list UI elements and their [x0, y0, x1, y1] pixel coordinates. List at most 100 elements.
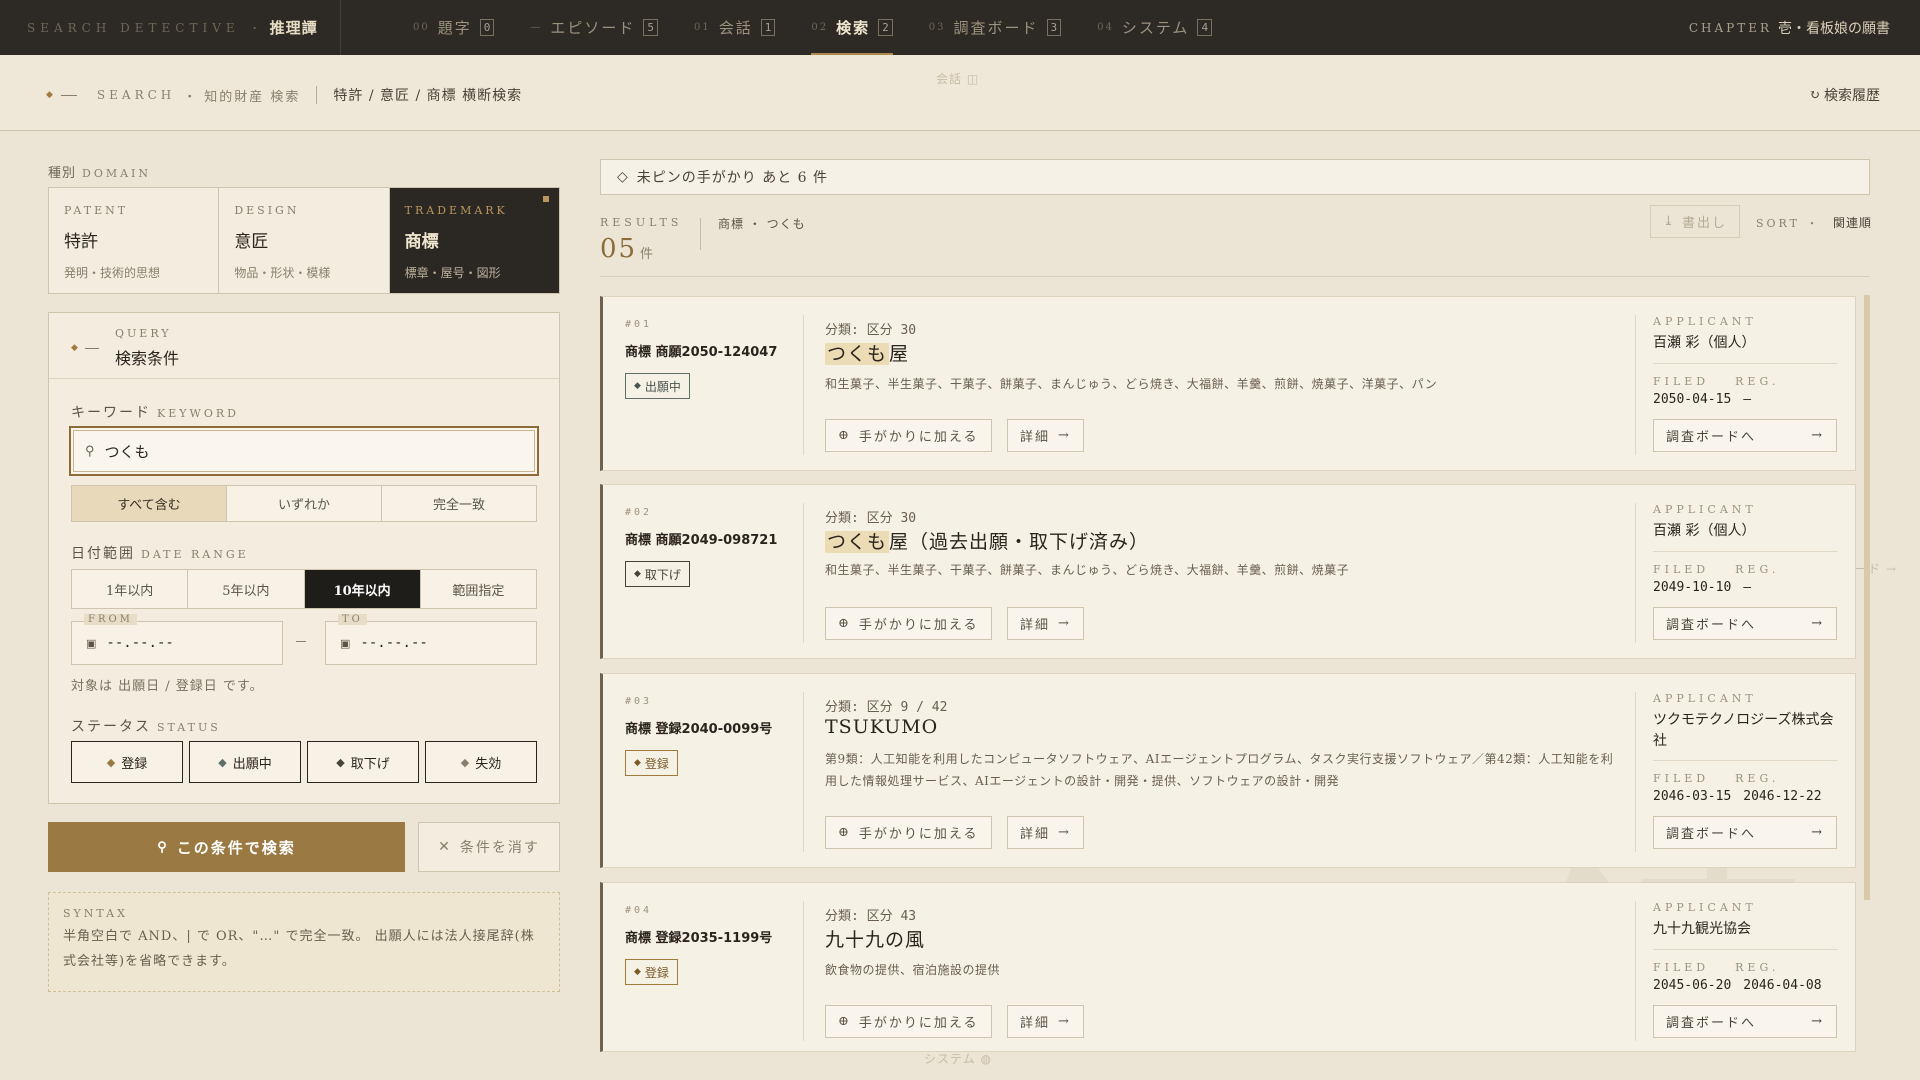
classification: 分類: 区分 9 / 42 [825, 700, 948, 715]
tab-number: 00 [413, 22, 430, 33]
ghost-nav-conversation[interactable]: 会話 ◫ [936, 70, 979, 87]
to-board-button[interactable]: 調査ボードへ → [1653, 1005, 1837, 1038]
tab-conversation[interactable]: 01 会話 1 [676, 0, 793, 55]
diamond-icon: ◆ [46, 90, 53, 100]
export-button[interactable]: ⤓ 書出し [1650, 205, 1740, 238]
date-range-custom[interactable]: 範囲指定 [421, 570, 536, 608]
mark-name-highlight: つくも [825, 531, 890, 553]
tab-search[interactable]: 02 検索 2 [793, 0, 910, 55]
detail-button[interactable]: 詳細 → [1007, 419, 1084, 452]
tab-number: 02 [811, 22, 829, 33]
unpinned-clues-banner[interactable]: ◇ 未ピンの手がかり あと 6 件 [600, 159, 1870, 195]
mark-name: つくも 屋（過去出願・取下げ済み） [825, 527, 1149, 554]
detail-label: 詳細 [1020, 1016, 1051, 1031]
date-to-field[interactable]: TO ▣ --.--.-- [325, 614, 537, 665]
to-board-button[interactable]: 調査ボードへ → [1653, 419, 1837, 452]
dates-values: 2049-10-10 — [1653, 580, 1751, 595]
breadcrumb-separator: ・ [183, 89, 197, 105]
tab-shortcut-key: 5 [643, 19, 659, 36]
status-badge-label: 出願中 [644, 379, 681, 394]
domain-en: DESIGN [234, 204, 300, 217]
syntax-body: 半角空白で AND、| で OR、"…" で完全一致。 出願人には法人接尾辞(株… [63, 929, 535, 969]
add-clue-button[interactable]: ⊕ 手がかりに加える [825, 607, 992, 640]
match-mode-all[interactable]: すべて含む [72, 486, 227, 521]
to-board-button[interactable]: 調査ボードへ → [1653, 816, 1837, 849]
domain-trademark[interactable]: TRADEMARK 商標 標章・屋号・図形 [389, 188, 559, 293]
applicant-label: APPLICANT [1653, 901, 1757, 914]
card-divider [803, 692, 804, 852]
registration-number: 商標 登録2040-0099号 [625, 722, 773, 737]
detail-button[interactable]: 詳細 → [1007, 607, 1084, 640]
date-range-label: 日付範囲 DATE RANGE [71, 543, 249, 563]
domain-patent[interactable]: PATENT 特許 発明・技術的思想 [49, 188, 220, 293]
date-from-label: FROM [84, 614, 137, 625]
classification: 分類: 区分 43 [825, 909, 917, 924]
detail-label: 詳細 [1020, 430, 1051, 445]
detail-button[interactable]: 詳細 → [1007, 1005, 1084, 1038]
tab-shortcut-key: 4 [1197, 19, 1213, 36]
tab-investigation-board[interactable]: 03 調査ボード 3 [911, 0, 1079, 55]
search-history-button[interactable]: ↻ 検索履歴 [1809, 85, 1880, 105]
dates-label: FILED REG. [1653, 961, 1779, 974]
breadcrumb-section: 知的財産 検索 [204, 89, 301, 105]
match-mode-exact[interactable]: 完全一致 [382, 486, 536, 521]
clear-button[interactable]: ✕ 条件を消す [418, 822, 560, 872]
add-clue-button[interactable]: ⊕ 手がかりに加える [825, 419, 992, 452]
tab-title-screen[interactable]: 00 題字 0 [395, 0, 512, 55]
diamond-icon: ◆ [71, 343, 78, 353]
status-badge: ◆ 出願中 [625, 373, 690, 399]
status-filter-expired[interactable]: ◆ 失効 [425, 741, 537, 783]
filed-label: FILED [1653, 375, 1710, 388]
diamond-outline-icon: ◇ [617, 169, 629, 185]
add-clue-button[interactable]: ⊕ 手がかりに加える [825, 1005, 992, 1038]
domain-en: PATENT [64, 204, 129, 217]
domain-sub: 発明・技術的思想 [64, 266, 161, 280]
brand: SEARCH DETECTIVE ・ 推理譚 [27, 0, 318, 55]
domain-design[interactable]: DESIGN 意匠 物品・形状・模様 [219, 188, 390, 293]
status-filter-registered[interactable]: ◆ 登録 [71, 741, 183, 783]
date-range-label-en: DATE RANGE [141, 548, 249, 561]
add-clue-button[interactable]: ⊕ 手がかりに加える [825, 816, 992, 849]
date-range-1y[interactable]: 1年以内 [72, 570, 189, 608]
goods-description: 和生菓子、半生菓子、干菓子、餅菓子、まんじゅう、どら焼き、大福餅、羊羹、煎餅、焼… [825, 377, 1438, 391]
detail-button[interactable]: 詳細 → [1007, 816, 1084, 849]
date-from-field[interactable]: FROM ▣ --.--.-- [71, 614, 283, 665]
domain-sub: 標章・屋号・図形 [404, 266, 501, 280]
calendar-icon: ▣ [86, 636, 97, 650]
reg-label: REG. [1735, 961, 1780, 974]
domain-label-jp: 種別 [48, 166, 77, 181]
keyword-value: つくも [104, 442, 150, 461]
results-rule [600, 276, 1870, 277]
status-filter-pending[interactable]: ◆ 出願中 [189, 741, 301, 783]
filed-label: FILED [1653, 772, 1710, 785]
applicant-name: ツクモテクノロジーズ株式会社 [1653, 712, 1834, 749]
to-board-button[interactable]: 調査ボードへ → [1653, 607, 1837, 640]
sort-separator: ・ [1806, 217, 1821, 230]
date-range-note: 対象は 出願日 / 登録日 です。 [71, 679, 264, 694]
card-divider [803, 503, 804, 643]
date-range-5y[interactable]: 5年以内 [188, 570, 305, 608]
applicant-rule [1653, 949, 1838, 950]
classification: 分類: 区分 30 [825, 323, 917, 338]
add-clue-label: 手がかりに加える [858, 1016, 979, 1031]
keyword-search-input[interactable]: ⚲ つくも [69, 426, 539, 476]
dates-values: 2050-04-15 — [1653, 392, 1751, 407]
diamond-icon: ◆ [634, 381, 641, 391]
tab-label: 検索 [836, 19, 871, 37]
search-button[interactable]: ⚲ この条件で検索 [48, 822, 405, 872]
reg-date: 2046-12-22 [1743, 789, 1822, 804]
tab-episode[interactable]: — エピソード 5 [512, 0, 676, 55]
results-scrollbar[interactable] [1864, 295, 1870, 900]
plus-circle-icon: ⊕ [838, 1014, 851, 1029]
date-range-10y[interactable]: 10年以内 [304, 570, 421, 608]
diamond-icon: ◆ [634, 758, 641, 768]
tab-label: 会話 [718, 19, 753, 37]
tab-number: 04 [1097, 22, 1114, 33]
tab-system[interactable]: 04 システム 4 [1079, 0, 1230, 55]
match-mode-any[interactable]: いずれか [227, 486, 382, 521]
plus-circle-icon: ⊕ [838, 616, 851, 631]
status-filter-withdrawn[interactable]: ◆ 取下げ [307, 741, 419, 783]
ghost-nav-system[interactable]: システム ◍ [924, 1050, 992, 1067]
sort-control[interactable]: SORT ・ 関連順 [1756, 214, 1872, 231]
diamond-icon: ◆ [634, 569, 641, 579]
